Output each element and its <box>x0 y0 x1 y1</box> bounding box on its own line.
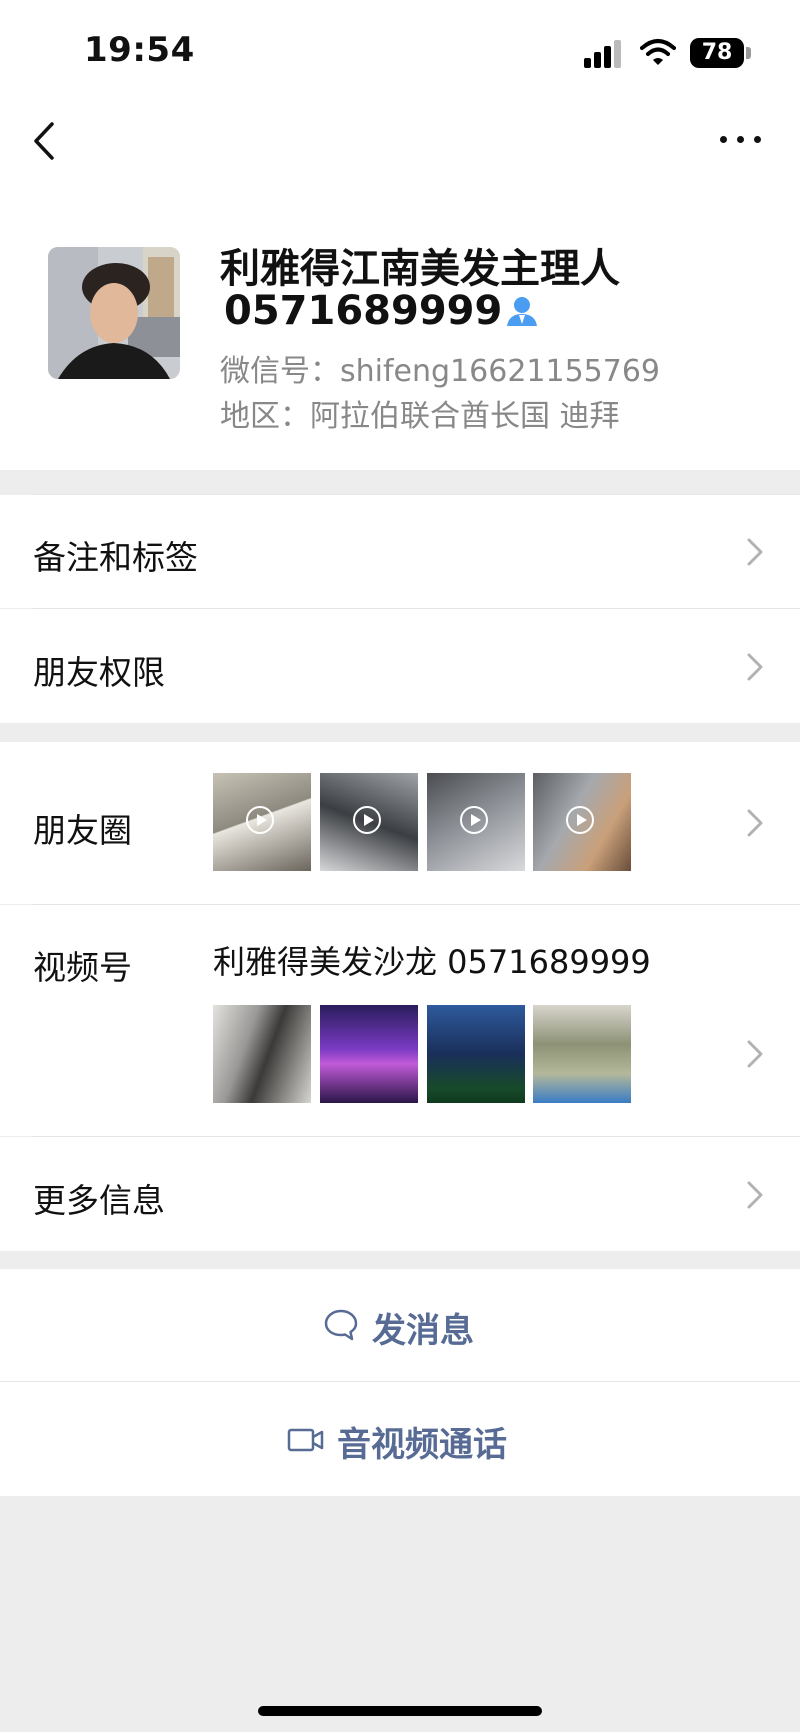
play-icon <box>353 806 381 834</box>
more-icon[interactable] <box>720 130 764 150</box>
verified-person-icon <box>507 297 537 326</box>
moments-label: 朋友圈 <box>33 811 132 850</box>
channels-label: 视频号 <box>33 948 132 987</box>
chevron-right-icon <box>747 538 763 566</box>
channels-name: 利雅得美发沙龙 0571689999 <box>213 943 651 981</box>
friend-permissions-label: 朋友权限 <box>33 653 165 692</box>
moments-row[interactable]: 朋友圈 <box>0 742 800 904</box>
home-indicator[interactable] <box>258 1706 542 1716</box>
moments-thumbnail[interactable] <box>533 773 631 871</box>
moments-thumbnail[interactable] <box>213 773 311 871</box>
chevron-right-icon <box>747 1040 763 1068</box>
avatar[interactable] <box>48 247 180 379</box>
battery-tip <box>746 47 751 59</box>
channels-thumbnail[interactable] <box>320 1005 418 1103</box>
channels-thumbnail[interactable] <box>213 1005 311 1103</box>
chat-bubble-icon <box>324 1309 358 1341</box>
video-call-button[interactable]: 音视频通话 <box>0 1382 800 1496</box>
contact-name-number: 0571689999 <box>224 288 503 334</box>
status-time: 19:54 <box>84 30 195 70</box>
remarks-tags-label: 备注和标签 <box>33 538 198 577</box>
moments-thumbnail[interactable] <box>320 773 418 871</box>
profile-header: 19:54 78 利雅得江南美发主理人 0571689999 微信号：shife… <box>0 0 800 495</box>
region: 地区：阿拉伯联合酋长国 迪拜 <box>220 399 620 434</box>
play-icon <box>566 806 594 834</box>
divider <box>32 608 800 609</box>
divider <box>32 1136 800 1137</box>
video-call-label: 音视频通话 <box>337 1425 507 1465</box>
contact-name: 利雅得江南美发主理人 <box>220 246 620 292</box>
chevron-right-icon <box>747 809 763 837</box>
divider <box>32 904 800 905</box>
channels-thumbnail[interactable] <box>533 1005 631 1103</box>
battery-indicator: 78 <box>690 38 744 68</box>
cellular-signal-icon <box>584 40 628 68</box>
chevron-right-icon <box>747 653 763 681</box>
video-camera-icon <box>287 1428 324 1452</box>
friend-permissions-row[interactable]: 朋友权限 <box>0 609 800 723</box>
divider <box>0 1381 800 1382</box>
send-message-button[interactable]: 发消息 <box>0 1269 800 1381</box>
chevron-right-icon <box>747 1181 763 1209</box>
play-icon <box>460 806 488 834</box>
more-info-label: 更多信息 <box>33 1181 165 1220</box>
moments-thumbnail[interactable] <box>427 773 525 871</box>
more-info-row[interactable]: 更多信息 <box>0 1137 800 1251</box>
send-message-label: 发消息 <box>372 1311 474 1351</box>
wifi-icon <box>640 39 676 65</box>
play-icon <box>246 806 274 834</box>
remarks-tags-row[interactable]: 备注和标签 <box>0 495 800 608</box>
channels-row[interactable]: 视频号 利雅得美发沙龙 0571689999 <box>0 905 800 1136</box>
channels-thumbnail[interactable] <box>427 1005 525 1103</box>
back-icon[interactable] <box>30 118 60 164</box>
wechat-id: 微信号：shifeng16621155769 <box>220 354 661 389</box>
